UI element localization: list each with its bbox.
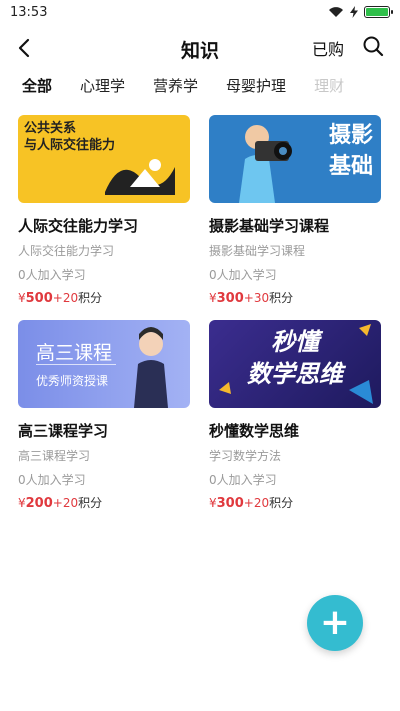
add-button[interactable]: + — [307, 595, 363, 651]
camera-icon — [239, 125, 292, 203]
points-label: 积分 — [78, 496, 103, 510]
thumbnail-line: 基础 — [328, 153, 373, 179]
course-subtitle: 摄影基础学习课程 — [209, 244, 306, 258]
currency-symbol: ¥ — [18, 291, 26, 305]
thumbnail-text: 秒懂 数学思维 — [209, 326, 381, 391]
currency-symbol: ¥ — [18, 496, 26, 510]
course-title: 秒懂数学思维 — [209, 422, 300, 440]
battery-icon — [364, 6, 393, 18]
tab-nutrition[interactable]: 营养学 — [153, 75, 198, 96]
points-value: +30 — [243, 291, 270, 305]
tab-finance[interactable]: 理财 — [314, 75, 344, 96]
tab-maternal-care[interactable]: 母婴护理 — [226, 75, 286, 96]
currency-symbol: ¥ — [209, 496, 217, 510]
thumbnail-line: 高三课程 — [36, 342, 113, 364]
thumbnail-divider — [36, 364, 116, 365]
course-title: 高三课程学习 — [18, 422, 109, 440]
course-thumbnail: 高三课程 优秀师资授课 — [18, 320, 190, 408]
price-value: 300 — [216, 496, 244, 511]
course-card[interactable]: 秒懂 数学思维 秒懂数学思维 学习数学方法 0人加入学习 ¥300+20积分 — [209, 320, 381, 511]
status-icons — [328, 6, 393, 18]
plus-icon: + — [319, 602, 351, 643]
nav-bar: 知识 已购 — [0, 26, 400, 70]
thumbnail-line: 秒懂 — [271, 328, 319, 356]
course-price: ¥500+20积分 — [18, 289, 190, 306]
price-value: 500 — [25, 291, 53, 306]
thumbnail-line: 摄影 — [328, 123, 373, 148]
thumbnail-text: 摄影 基础 — [329, 121, 373, 183]
search-icon — [363, 36, 384, 57]
course-learners: 0人加入学习 — [18, 268, 86, 282]
course-thumbnail: 公共关系 与人际交往能力 — [18, 115, 190, 203]
course-subtitle: 学习数学方法 — [209, 449, 282, 463]
points-value: +20 — [243, 496, 270, 510]
wifi-icon — [329, 7, 343, 17]
back-button[interactable] — [10, 34, 38, 62]
course-thumbnail: 秒懂 数学思维 — [209, 320, 381, 408]
course-card[interactable]: 公共关系 与人际交往能力 人际交往能力学习 人际交往能力学习 0人加入学习 ¥5… — [18, 115, 190, 306]
course-grid: 公共关系 与人际交往能力 人际交往能力学习 人际交往能力学习 0人加入学习 ¥5… — [18, 115, 382, 511]
thumbnail-graphic — [105, 159, 175, 195]
tab-psychology[interactable]: 心理学 — [80, 75, 125, 96]
course-card[interactable]: 摄影 基础 摄影基础学习课程 摄影基础学习课程 0人加入学习 ¥300+30积分 — [209, 115, 381, 306]
battery-fill — [366, 8, 388, 16]
charging-icon — [350, 6, 358, 18]
course-card[interactable]: 高三课程 优秀师资授课 高三课程学习 高三课程学习 0人加入学习 ¥200+20… — [18, 320, 190, 511]
price-value: 200 — [25, 496, 53, 511]
points-value: +20 — [52, 291, 79, 305]
course-price: ¥300+20积分 — [209, 494, 381, 511]
course-learners: 0人加入学习 — [209, 473, 277, 487]
course-price: ¥200+20积分 — [18, 494, 190, 511]
points-label: 积分 — [269, 291, 294, 305]
points-label: 积分 — [269, 496, 294, 510]
search-button[interactable] — [362, 35, 386, 59]
course-subtitle: 人际交往能力学习 — [18, 244, 115, 258]
status-time: 13:53 — [10, 4, 48, 20]
chevron-left-icon — [18, 38, 30, 58]
category-tabs: 全部 心理学 营养学 母婴护理 理财 — [0, 70, 400, 100]
course-price: ¥300+30积分 — [209, 289, 381, 306]
student-figure — [134, 327, 168, 408]
currency-symbol: ¥ — [209, 291, 217, 305]
course-thumbnail: 摄影 基础 — [209, 115, 381, 203]
thumbnail-line: 数学思维 — [247, 360, 343, 389]
course-subtitle: 高三课程学习 — [18, 449, 91, 463]
price-value: 300 — [216, 291, 244, 306]
tab-all[interactable]: 全部 — [17, 75, 57, 100]
course-title: 人际交往能力学习 — [18, 217, 139, 235]
course-title: 摄影基础学习课程 — [209, 217, 330, 235]
status-bar: 13:53 — [0, 0, 400, 24]
course-learners: 0人加入学习 — [209, 268, 277, 282]
purchased-button[interactable]: 已购 — [312, 36, 344, 60]
course-learners: 0人加入学习 — [18, 473, 86, 487]
points-value: +20 — [52, 496, 79, 510]
thumbnail-line: 公共关系 — [24, 121, 77, 136]
points-label: 积分 — [78, 291, 103, 305]
thumbnail-line: 优秀师资授课 — [36, 374, 109, 388]
